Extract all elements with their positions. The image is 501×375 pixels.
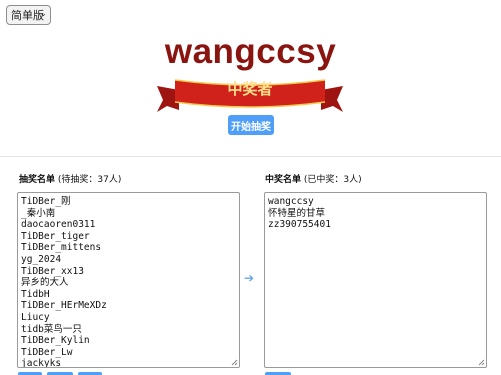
chevron-down-icon: ⌄ [39, 9, 47, 19]
candidate-name: TiDBer_Kylin [21, 335, 90, 347]
candidate-name: TiDBer_mittens [21, 242, 102, 254]
candidate-name: TidbH [21, 288, 50, 300]
winners-textarea[interactable]: wangccsy 怀特星的甘草 zz390755401 [264, 192, 487, 368]
candidate-name: TiDBer_tiger [21, 230, 90, 242]
candidates-title: 抽奖名单 [19, 175, 56, 185]
winners-title: 中奖名单 [265, 175, 302, 185]
candidate-name: TiDBer_刚 [21, 196, 71, 207]
winners-heading: 中奖名单 (已中奖：3人) [265, 172, 362, 185]
candidate-name: jackyks [21, 358, 62, 368]
candidates-heading: 抽奖名单 (待抽奖：37人) [19, 172, 121, 185]
language-select[interactable]: 简单版 ⌄ [6, 5, 51, 25]
candidate-name: yg_2024 [21, 253, 62, 265]
candidate-name: daocaoren0311 [21, 219, 96, 231]
resize-handle-icon[interactable] [231, 359, 238, 366]
candidate-name: TiDBer_HErMeXDz [21, 300, 107, 312]
candidate-name: _秦小南 [21, 207, 56, 219]
candidate-name: tidb菜鸟一只 [21, 323, 82, 335]
start-draw-button[interactable]: 开始抽奖 [228, 115, 274, 135]
winner-name-title: wangccsy [164, 32, 337, 71]
candidate-name: Liucy [21, 311, 50, 323]
section-divider [0, 156, 501, 157]
candidate-name: 异乡的大人 [21, 277, 69, 289]
arrow-right-icon: ➔ [244, 271, 255, 285]
candidate-name: TiDBer_xx13 [21, 265, 84, 277]
winners-count: (已中奖：3人) [303, 175, 362, 185]
winner-name: zz390755401 [268, 219, 331, 231]
candidate-name: TiDBer_Lw [21, 346, 73, 358]
resize-handle-icon[interactable] [478, 359, 485, 366]
ribbon-label: 中奖者 [227, 80, 273, 98]
candidates-count: (待抽奖：37人) [57, 175, 122, 185]
winner-name: 怀特星的甘草 [268, 207, 326, 219]
winner-name: wangccsy [268, 196, 314, 207]
candidates-textarea[interactable]: TiDBer_刚 _秦小南 daocaoren0311 TiDBer_tiger TiD… [17, 192, 240, 368]
